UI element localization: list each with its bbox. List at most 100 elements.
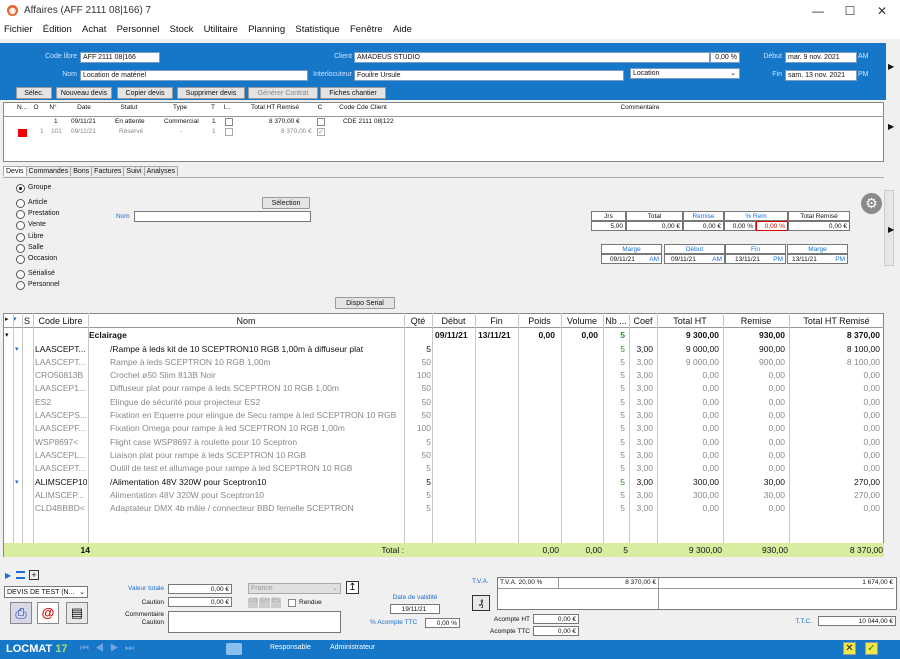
menu-fichier[interactable]: Fichier xyxy=(0,22,37,35)
fin-field[interactable]: sam. 13 nov. 2021 xyxy=(785,70,857,81)
validate-icon[interactable]: ✓ xyxy=(865,642,878,655)
pct-rem-red-value[interactable]: 0,00 % xyxy=(756,221,788,231)
radio-personnel[interactable] xyxy=(16,281,25,290)
col-total-ht[interactable]: Total HT xyxy=(657,314,723,328)
table-row[interactable]: LAASCEPS... Fixation en Equerre pour elin… xyxy=(4,409,883,422)
add-icon[interactable]: + xyxy=(29,570,39,580)
tab-commandes[interactable]: Commandes xyxy=(25,166,72,176)
table-row[interactable]: ES2 Elingue de sécurité pour projecteur E… xyxy=(4,396,883,409)
menu-fenetre[interactable]: Fenêtre xyxy=(346,22,387,35)
gear-icon[interactable]: ⚙ xyxy=(861,193,882,214)
table-row[interactable]: LAASCEPL... Liaison plat pour rampe à led… xyxy=(4,449,883,462)
table-row[interactable]: CRO50813B Crochet ø50 Slim 813B Noir 100 5 3… xyxy=(4,369,883,382)
tab-devis[interactable]: Devis xyxy=(3,166,27,176)
col-nom[interactable]: Nom xyxy=(88,314,404,328)
selection-button[interactable]: Sélection xyxy=(262,197,310,209)
dispo-serial-button[interactable]: Dispo Serial xyxy=(335,297,395,309)
interlocuteur-field[interactable]: Fouilre Ursule xyxy=(354,70,624,81)
devis-checkbox[interactable] xyxy=(225,128,233,136)
arrow-right-icon[interactable]: ▶ xyxy=(888,122,894,131)
col-code-cde[interactable]: Code Cde Client xyxy=(328,104,398,116)
check-icon[interactable]: ✓ xyxy=(317,128,325,136)
selec-button[interactable]: Sélec. xyxy=(16,87,52,99)
collapse-icon[interactable]: ▾ xyxy=(5,329,9,342)
table-row[interactable]: CLD4BBBD< Adaptateur DMX 4b mâle / connec… xyxy=(4,502,883,515)
devis-select[interactable]: DEVIS DE TEST (N... ⌄ xyxy=(4,586,88,598)
col-t[interactable]: T xyxy=(208,104,218,116)
email-icon[interactable]: @ xyxy=(37,602,59,624)
pct-rem-value[interactable]: 0,00 % xyxy=(724,221,756,231)
col-date[interactable]: Date xyxy=(64,104,104,116)
table-row[interactable]: ▾ LAASCEPT... /Rampe à leds kit de 10 SCEP… xyxy=(4,343,883,356)
money-bag-icon[interactable]: ₰ xyxy=(472,595,490,611)
debut-field[interactable]: mar. 9 nov. 2021 xyxy=(785,52,857,63)
list-icon[interactable] xyxy=(16,571,25,579)
radio-occasion[interactable] xyxy=(16,255,25,264)
acompte-ttc-field[interactable]: 0,00 € xyxy=(533,626,579,636)
radio-salle[interactable] xyxy=(16,244,25,253)
client-pct-field[interactable]: 0,00 % xyxy=(710,52,740,63)
table-row[interactable]: LAASCEPT... Rampe à leds SCEPTRON 10 RGB … xyxy=(4,356,883,369)
acompte-pct-field[interactable]: 0,00 % xyxy=(425,618,460,628)
type-select[interactable]: Location ⌄ xyxy=(630,68,740,79)
col-code-libre[interactable]: Code Libre xyxy=(33,314,88,328)
tab-factures[interactable]: Factures xyxy=(91,166,125,176)
col-no[interactable]: N° xyxy=(45,104,61,116)
col-commentaire[interactable]: Commentaire xyxy=(400,104,880,116)
folder-icon[interactable] xyxy=(226,643,242,655)
radio-prestation[interactable] xyxy=(16,210,25,219)
fin-date[interactable]: 13/11/21 PM xyxy=(725,254,786,264)
jrs-value[interactable]: 5,00 xyxy=(591,221,626,231)
table-row[interactable]: LAASCEP1... Diffuseur plat pour rampe à l… xyxy=(4,382,883,395)
col-poids[interactable]: Poids xyxy=(518,314,561,328)
collapse-icon[interactable]: ▾ xyxy=(15,476,19,489)
menu-edition[interactable]: Édition xyxy=(39,22,76,35)
marge2-date[interactable]: 13/11/21 PM xyxy=(787,254,848,264)
remise-value[interactable]: 0,00 € xyxy=(683,221,724,231)
col-volume[interactable]: Volume xyxy=(561,314,603,328)
table-row[interactable]: ▾ ALIMSCEP10/Alimentation 48V 320W pour S… xyxy=(4,476,883,489)
table-row[interactable]: ALIMSCEP... Alimentation 48V 320W pour Sc… xyxy=(4,489,883,502)
tab-suivi[interactable]: Suivi xyxy=(123,166,145,176)
radio-groupe[interactable] xyxy=(16,184,25,193)
tab-bons[interactable]: Bons xyxy=(70,166,93,176)
radio-libre[interactable] xyxy=(16,233,25,242)
maximize-button[interactable]: ☐ xyxy=(840,3,860,19)
arrow-right-icon[interactable]: ▶ xyxy=(888,225,894,234)
date-validite-field[interactable]: 19/11/21 xyxy=(390,604,440,614)
collapse-icon[interactable]: ▾ xyxy=(15,343,19,356)
cancel-icon[interactable]: ✕ xyxy=(843,642,856,655)
close-button[interactable]: ✕ xyxy=(872,3,892,19)
copier-devis-button[interactable]: Copier devis xyxy=(117,87,173,99)
group-row[interactable]: ▾ Eclairage 09/11/21 13/11/21 0,00 0,00 … xyxy=(4,329,883,342)
code-libre-field[interactable]: AFF 2111 08|166 xyxy=(80,52,160,63)
nom-field[interactable]: Location de matériel xyxy=(80,70,308,81)
col-type[interactable]: Type xyxy=(155,104,205,116)
table-row[interactable]: LAASCEPT... Outill de test et allumage po… xyxy=(4,462,883,475)
play-icon[interactable]: ▶ xyxy=(5,571,11,580)
print-user-icon[interactable]: ⎙ xyxy=(10,602,32,624)
printer-icon[interactable]: ▤ xyxy=(66,602,88,624)
devis-row[interactable]: 1 09/11/21 En attente Commercial 1 8 370… xyxy=(4,118,884,128)
col-o[interactable]: O xyxy=(31,104,41,116)
col-nb[interactable]: Nb ... xyxy=(603,314,629,328)
table-row[interactable]: LAASCEPF... Fixation Omega pour rampe à l… xyxy=(4,422,883,435)
menu-personnel[interactable]: Personnel xyxy=(113,22,164,35)
marge-date[interactable]: 09/11/21 AM xyxy=(601,254,662,264)
tab-analyses[interactable]: Analyses xyxy=(143,166,178,176)
devis-c-checkbox[interactable] xyxy=(317,118,325,126)
debut-ampm[interactable]: AM xyxy=(858,53,872,60)
col-total-ht[interactable]: Total HT Remisé xyxy=(236,104,314,116)
acompte-ht-field[interactable]: 0,00 € xyxy=(533,614,579,624)
upload-icon[interactable]: ↥ xyxy=(346,581,359,594)
debut-date[interactable]: 09/11/21 AM xyxy=(664,254,725,264)
col-s[interactable]: S xyxy=(22,314,32,328)
menu-aide[interactable]: Aide xyxy=(389,22,416,35)
col-coef[interactable]: Coef xyxy=(629,314,657,328)
radio-article[interactable] xyxy=(16,199,25,208)
expand-icon[interactable]: ▸ xyxy=(5,315,9,323)
col-c[interactable]: C xyxy=(315,104,325,116)
table-row[interactable]: WSP8697< Flight case WSP8697 à roulette p… xyxy=(4,436,883,449)
col-i[interactable]: I... xyxy=(221,104,233,116)
rendue-checkbox[interactable] xyxy=(288,599,296,607)
